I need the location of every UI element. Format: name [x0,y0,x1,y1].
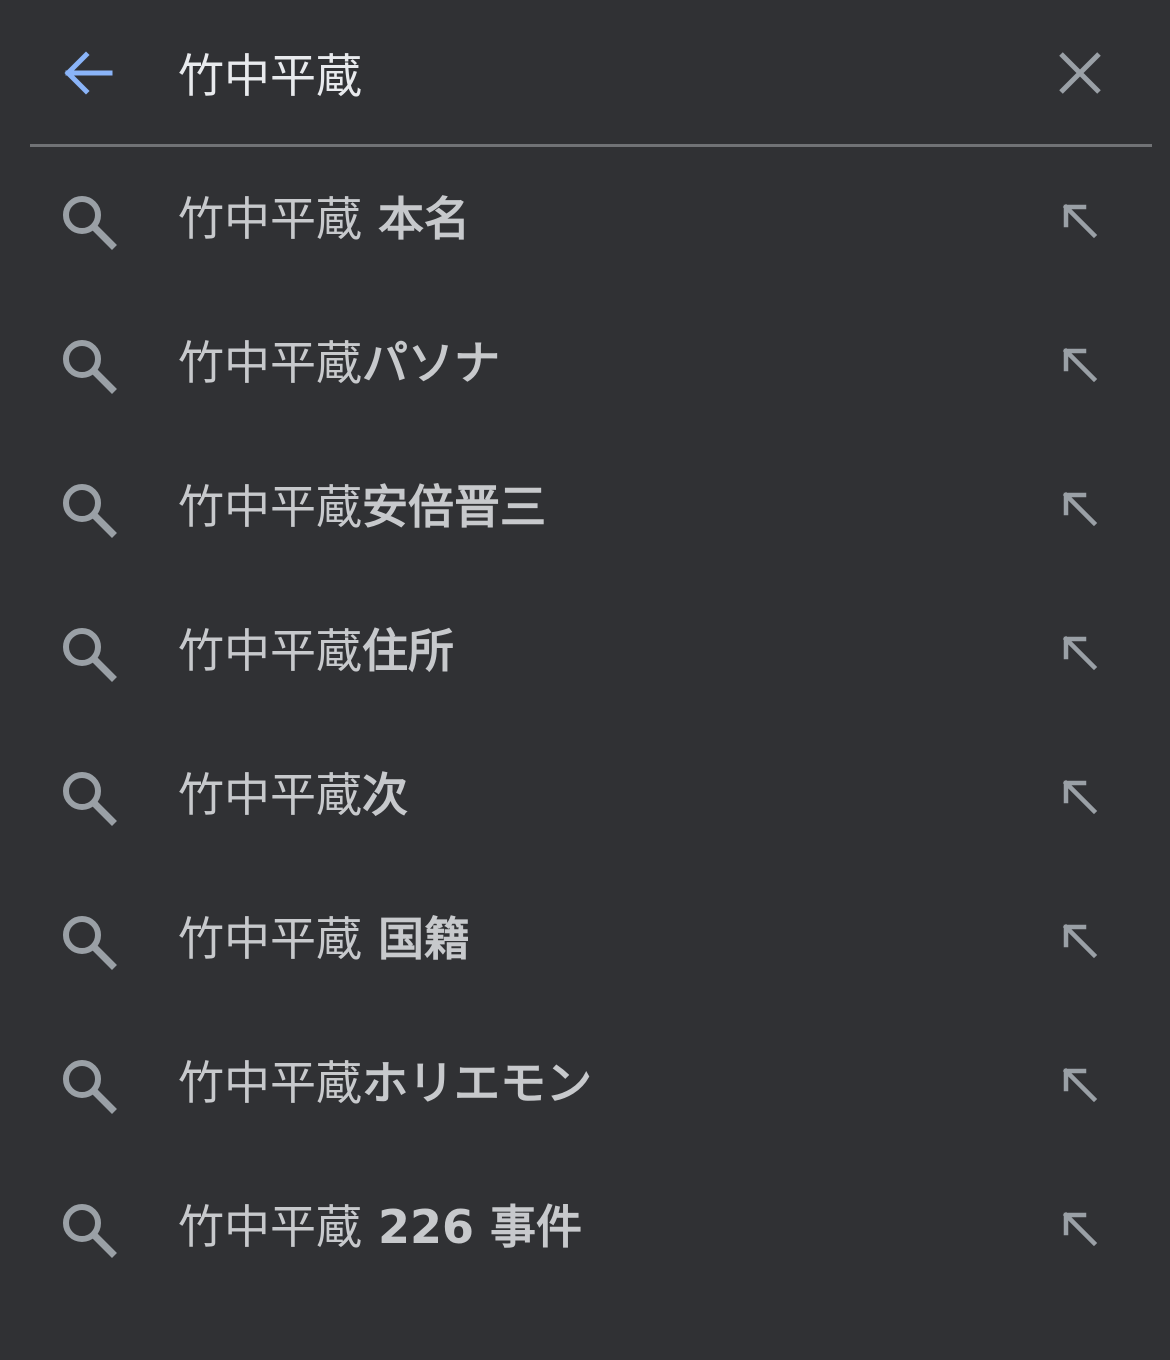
search-icon [63,340,117,394]
suggestion-item[interactable]: 竹中平蔵 国籍 [0,867,1170,1011]
suggestion-completion-text: 226 事件 [362,1200,583,1254]
search-icon [63,484,117,538]
search-suggestions-page: 竹中平蔵 本名 竹中平蔵パソナ [0,0,1170,1360]
arrow-up-left-icon [1062,491,1098,527]
suggestion-query-text: 竹中平蔵 [178,1200,362,1254]
search-icon [63,1204,117,1258]
suggestion-query-text: 竹中平蔵 [178,336,362,390]
search-icon [63,628,117,682]
arrow-up-left-icon [1062,1211,1098,1247]
search-icon [63,196,117,250]
fill-query-button[interactable] [1052,337,1108,393]
suggestion-list: 竹中平蔵 本名 竹中平蔵パソナ 竹中平蔵安倍晋三 竹中平蔵住所 竹中平蔵次 竹中… [0,147,1170,1299]
fill-query-button[interactable] [1052,193,1108,249]
suggestion-completion-text: ホリエモン [362,1056,592,1110]
suggestion-query-text: 竹中平蔵 [178,768,362,822]
suggestion-item[interactable]: 竹中平蔵 本名 [0,147,1170,291]
fill-query-button[interactable] [1052,1057,1108,1113]
suggestion-label: 竹中平蔵ホリエモン [178,1051,592,1115]
arrow-up-left-icon [1062,779,1098,815]
suggestion-completion-text: パソナ [362,336,500,390]
suggestion-label: 竹中平蔵 226 事件 [178,1195,582,1259]
arrow-back-icon [64,51,113,95]
search-input[interactable] [178,38,998,108]
suggestion-label: 竹中平蔵安倍晋三 [178,475,546,539]
suggestion-completion-text: 安倍晋三 [362,480,546,534]
suggestion-query-text: 竹中平蔵 [178,624,362,678]
suggestion-item[interactable]: 竹中平蔵住所 [0,579,1170,723]
suggestion-item[interactable]: 竹中平蔵次 [0,723,1170,867]
suggestion-item[interactable]: 竹中平蔵 226 事件 [0,1155,1170,1299]
arrow-up-left-icon [1062,923,1098,959]
search-icon [63,916,117,970]
suggestion-completion-text: 住所 [362,624,454,678]
suggestion-query-text: 竹中平蔵 [178,192,362,246]
suggestion-completion-text: 本名 [362,192,471,246]
fill-query-button[interactable] [1052,1201,1108,1257]
suggestion-completion-text: 国籍 [362,912,471,966]
suggestion-query-text: 竹中平蔵 [178,480,362,534]
suggestion-completion-text: 次 [362,768,408,822]
suggestion-query-text: 竹中平蔵 [178,1056,362,1110]
search-bar [0,0,1170,145]
arrow-up-left-icon [1062,1067,1098,1103]
search-icon [63,1060,117,1114]
search-icon [63,772,117,826]
suggestion-label: 竹中平蔵次 [178,763,408,827]
suggestion-label: 竹中平蔵 国籍 [178,907,470,971]
back-button[interactable] [54,42,120,104]
suggestion-label: 竹中平蔵パソナ [178,331,500,395]
suggestion-label: 竹中平蔵 本名 [178,187,470,251]
suggestion-item[interactable]: 竹中平蔵パソナ [0,291,1170,435]
fill-query-button[interactable] [1052,625,1108,681]
close-icon [1059,52,1101,94]
arrow-up-left-icon [1062,347,1098,383]
fill-query-button[interactable] [1052,481,1108,537]
suggestion-item[interactable]: 竹中平蔵安倍晋三 [0,435,1170,579]
suggestion-item[interactable]: 竹中平蔵ホリエモン [0,1011,1170,1155]
arrow-up-left-icon [1062,635,1098,671]
suggestion-query-text: 竹中平蔵 [178,912,362,966]
fill-query-button[interactable] [1052,913,1108,969]
arrow-up-left-icon [1062,203,1098,239]
fill-query-button[interactable] [1052,769,1108,825]
clear-button[interactable] [1048,42,1112,104]
suggestion-label: 竹中平蔵住所 [178,619,454,683]
